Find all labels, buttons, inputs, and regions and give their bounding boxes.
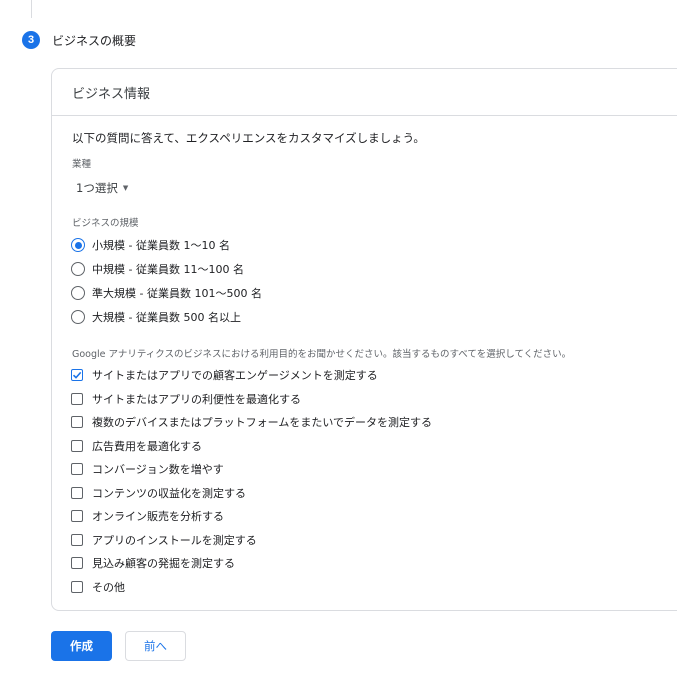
industry-select[interactable]: 1つ選択 ▼ [76,180,128,196]
usage-option-label: サイトまたはアプリの利便性を最適化する [92,392,301,406]
usage-purpose-label: Google アナリティクスのビジネスにおける利用目的をお聞かせください。該当す… [72,349,572,360]
usage-option-label: 広告費用を最適化する [92,439,202,453]
step-title: ビジネスの概要 [52,33,137,48]
usage-option[interactable]: 広告費用を最適化する [71,438,202,454]
step-header: 3 ビジネスの概要 [22,31,136,49]
checkbox[interactable] [71,369,83,381]
card-title: ビジネス情報 [52,69,677,116]
size-option-label: 大規模 - 従業員数 500 名以上 [92,311,241,324]
page: 3 ビジネスの概要 ビジネス情報 以下の質問に答えて、エクスペリエンスをカスタマ… [0,0,677,682]
usage-option[interactable]: 複数のデバイスまたはプラットフォームをまたいでデータを測定する [71,414,432,430]
checkmark-icon [72,371,82,379]
caret-down-icon: ▼ [122,184,129,192]
usage-option[interactable]: オンライン販売を分析する [71,508,224,524]
usage-option[interactable]: アプリのインストールを測定する [71,532,257,548]
usage-option[interactable]: コンバージョン数を増やす [71,461,224,477]
usage-option-label: オンライン販売を分析する [92,510,224,523]
usage-option-label: コンテンツの収益化を測定する [92,486,246,500]
size-option-label: 小規模 - 従業員数 1～10 名 [92,239,230,252]
usage-option-label: 見込み顧客の発掘を測定する [92,557,235,570]
radio-button[interactable] [71,310,85,324]
usage-option[interactable]: サイトまたはアプリでの顧客エンゲージメントを測定する [71,367,378,383]
checkbox[interactable] [71,533,83,546]
stepper-line [31,0,32,18]
checkbox[interactable] [71,463,83,475]
usage-option[interactable]: サイトまたはアプリの利便性を最適化する [71,391,301,407]
step-number-badge: 3 [22,31,40,49]
industry-label: 業種 [72,159,92,170]
radio-button[interactable] [71,238,85,252]
checkbox[interactable] [71,580,83,593]
usage-option[interactable]: その他 [71,579,125,595]
checkbox[interactable] [71,392,83,405]
usage-option-label: アプリのインストールを測定する [92,533,257,547]
size-option-medium[interactable]: 中規模 - 従業員数 11～100 名 [71,261,244,277]
checkbox[interactable] [71,510,83,522]
industry-select-value: 1つ選択 [76,181,118,195]
size-option-semi-large[interactable]: 準大規模 - 従業員数 101～500 名 [71,285,262,301]
size-option-large[interactable]: 大規模 - 従業員数 500 名以上 [71,309,241,325]
usage-option-label: その他 [92,580,125,594]
usage-option-label: サイトまたはアプリでの顧客エンゲージメントを測定する [92,369,378,382]
checkbox[interactable] [71,486,83,499]
size-option-label: 中規模 - 従業員数 11～100 名 [92,263,244,276]
radio-button[interactable] [71,262,85,276]
checkbox[interactable] [71,416,83,428]
usage-option-label: 複数のデバイスまたはプラットフォームをまたいでデータを測定する [92,416,433,429]
business-size-label: ビジネスの規模 [72,218,139,229]
checkbox[interactable] [71,557,83,569]
size-option-small[interactable]: 小規模 - 従業員数 1～10 名 [71,237,230,253]
intro-text: 以下の質問に答えて、エクスペリエンスをカスタマイズしましょう。 [72,131,425,145]
usage-option[interactable]: コンテンツの収益化を測定する [71,485,246,501]
business-info-card: ビジネス情報 以下の質問に答えて、エクスペリエンスをカスタマイズしましょう。 業… [51,68,677,611]
checkbox[interactable] [71,439,83,452]
back-button[interactable]: 前へ [125,631,186,661]
usage-option-label: コンバージョン数を増やす [92,463,224,476]
radio-button[interactable] [71,286,85,300]
create-button[interactable]: 作成 [51,631,112,661]
usage-option[interactable]: 見込み顧客の発掘を測定する [71,555,235,571]
size-option-label: 準大規模 - 従業員数 101～500 名 [92,287,262,300]
